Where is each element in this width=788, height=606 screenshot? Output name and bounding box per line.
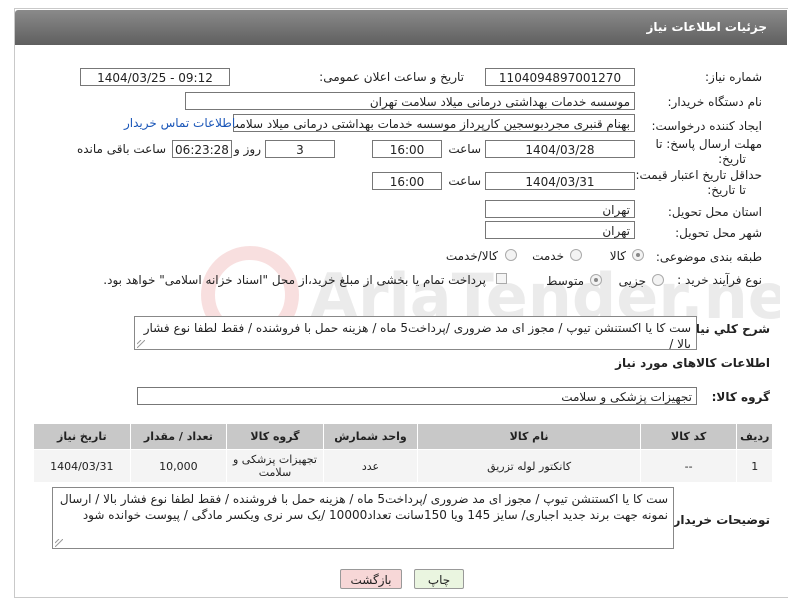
buyer-org-label: نام دستگاه خریدار: [667, 95, 763, 109]
price-validity-time-field[interactable]: 16:00 [372, 172, 442, 190]
category-label: طبقه بندی موضوعی: [655, 250, 762, 264]
need-number-field[interactable]: 1104094897001270 [485, 68, 635, 86]
buyer-org-field[interactable]: موسسه خدمات بهداشتی درمانی میلاد سلامت ت… [185, 92, 635, 110]
back-button[interactable]: بازگشت [340, 569, 402, 589]
resize-grip-icon[interactable] [55, 539, 63, 547]
col-need-date: تاریخ نیاز [33, 423, 131, 450]
days-label: روز و [234, 142, 261, 156]
deadline-label: مهلت ارسال پاسخ: تا [655, 137, 762, 151]
goods-info-title: اطلاعات کالاهای مورد نیاز [615, 356, 770, 370]
category-radio-goods-service[interactable] [505, 249, 517, 261]
buyer-notes-text: ست کا یا اکستنشن تیوپ / مجوز ای مد ضروری… [59, 492, 668, 522]
col-goods-group: گروه کالا [226, 423, 324, 450]
requester-field[interactable]: بهنام قنبری مجردبوسجین کارپرداز موسسه خد… [233, 114, 635, 132]
payment-checkbox[interactable] [496, 273, 507, 284]
category-option-service: خدمت [532, 249, 564, 263]
category-radio-service[interactable] [570, 249, 582, 261]
category-option-goods-service: کالا/خدمت [445, 249, 498, 263]
col-row-number: ردیف [736, 423, 773, 450]
purchase-radio-medium[interactable] [590, 274, 602, 286]
deadline-time-label: ساعت [448, 142, 481, 156]
remaining-label: ساعت باقی مانده [76, 142, 166, 156]
deadline-label-date: تاریخ: [718, 152, 746, 166]
requester-label: ایجاد کننده درخواست: [651, 119, 762, 133]
summary-text: ست کا یا اکستنشن تیوپ / مجوز ای مد ضروری… [143, 321, 691, 350]
province-label: استان محل تحویل: [667, 205, 762, 219]
deadline-date-field[interactable]: 1404/03/28 [485, 140, 635, 158]
buyer-contact-link[interactable]: اطلاعات تماس خریدار [124, 116, 235, 130]
buyer-notes-textarea[interactable]: ست کا یا اکستنشن تیوپ / مجوز ای مد ضروری… [52, 487, 674, 549]
price-validity-time-label: ساعت [448, 174, 481, 188]
announce-field[interactable]: 1404/03/25 - 09:12 [80, 68, 230, 86]
days-field[interactable]: 3 [265, 140, 335, 158]
province-field[interactable]: تهران [485, 200, 635, 218]
cell-goods-group: تجهیزات پزشکی و سلامت [226, 449, 324, 483]
summary-textarea[interactable]: ست کا یا اکستنشن تیوپ / مجوز ای مد ضروری… [134, 316, 697, 350]
purchase-type-label: نوع فرآیند خرید : [677, 273, 762, 287]
price-validity-label: حداقل تاریخ اعتبار قیمت: [635, 168, 762, 182]
remaining-time-field[interactable]: 06:23:28 [172, 140, 232, 158]
announce-label: تاریخ و ساعت اعلان عمومی: [319, 70, 464, 84]
cell-goods-name: کانکتور لوله تزریق [417, 449, 641, 483]
cell-quantity: 10,000 [129, 449, 228, 483]
category-option-goods: کالا [609, 249, 626, 263]
payment-note: پرداخت تمام یا بخشی از مبلغ خرید،از محل … [103, 273, 486, 287]
cell-goods-code: -- [639, 449, 738, 483]
need-number-label: شماره نیاز: [705, 70, 762, 84]
col-goods-code: کد کالا [639, 423, 738, 450]
goods-group-field[interactable]: تجهیزات پزشکی و سلامت [137, 387, 697, 405]
goods-table: ردیف کد کالا نام کالا واحد شمارش گروه کا… [33, 423, 773, 483]
table-header-row: ردیف کد کالا نام کالا واحد شمارش گروه کا… [33, 423, 773, 450]
panel-header: جزئیات اطلاعات نیاز [15, 10, 787, 45]
cell-row-number: 1 [736, 449, 773, 483]
purchase-option-minor: جزیی [618, 274, 646, 288]
purchase-radio-minor[interactable] [652, 274, 664, 286]
buyer-notes-label: توضیحات خریدار: [668, 513, 770, 527]
price-validity-label-date: تا تاریخ: [707, 183, 746, 197]
panel-title: جزئیات اطلاعات نیاز [646, 20, 767, 34]
category-radio-goods[interactable] [632, 249, 644, 261]
city-field[interactable]: تهران [485, 221, 635, 239]
cell-need-date: 1404/03/31 [33, 449, 131, 483]
city-label: شهر محل تحویل: [675, 226, 762, 240]
cell-unit: عدد [322, 449, 419, 483]
resize-grip-icon[interactable] [137, 340, 145, 348]
purchase-option-medium: متوسط [546, 274, 584, 288]
deadline-time-field[interactable]: 16:00 [372, 140, 442, 158]
price-validity-date-field[interactable]: 1404/03/31 [485, 172, 635, 190]
table-row[interactable]: 1 -- کانکتور لوله تزریق عدد تجهیزات پزشک… [33, 449, 773, 483]
col-quantity: تعداد / مقدار [129, 423, 228, 450]
col-unit: واحد شمارش [322, 423, 419, 450]
print-button[interactable]: چاپ [414, 569, 464, 589]
col-goods-name: نام کالا [417, 423, 641, 450]
goods-group-label: گروه کالا: [711, 390, 770, 404]
